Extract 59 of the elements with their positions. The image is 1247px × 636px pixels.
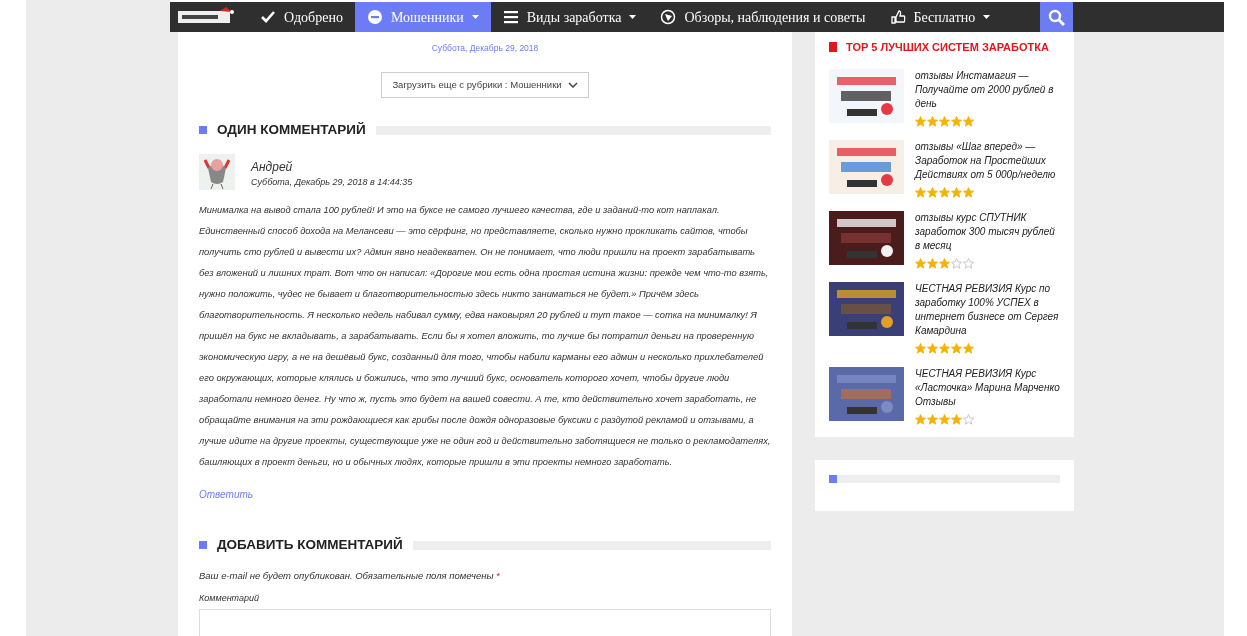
- empty-star-icon: [951, 257, 962, 269]
- compass-icon: [660, 9, 677, 25]
- reply-link[interactable]: Ответить: [199, 489, 254, 501]
- comment-date: Суббота, Декабрь 29, 2018 в 14:44:35: [251, 176, 413, 190]
- star-icon: [927, 115, 938, 127]
- star-icon: [915, 342, 926, 354]
- post-date: Суббота, Декабрь 29, 2018: [430, 42, 540, 55]
- star-icon: [927, 186, 938, 198]
- star-icon: [915, 186, 926, 198]
- star-icon: [951, 342, 962, 354]
- square-icon: [829, 42, 837, 53]
- star-icon: [939, 186, 950, 198]
- nav-tab[interactable]: Бесплатно: [877, 2, 1003, 32]
- nav-tab[interactable]: Одобрено: [248, 2, 355, 32]
- star-icon: [963, 342, 974, 354]
- check-icon: [260, 9, 276, 25]
- search-icon: [1048, 8, 1065, 26]
- star-icon: [939, 257, 950, 269]
- nav-tab[interactable]: Виды заработка: [490, 2, 649, 32]
- star-icon: [927, 257, 938, 269]
- section-heading: ОДИН КОММЕНТАРИЙ: [217, 122, 366, 139]
- star-icon: [951, 186, 962, 198]
- star-icon: [963, 186, 974, 198]
- star-icon: [963, 115, 974, 127]
- load-more-button[interactable]: Загрузить еще с рубрики : Мошенники: [381, 71, 589, 98]
- field-label: Комментарий: [199, 591, 261, 605]
- sidebar-link[interactable]: ЧЕСТНАЯ РЕВИЗИЯ Курс по заработку 100% УСПЕХ в интернет бизнесе от Сергея Камардина: [915, 281, 1061, 338]
- nav-tab[interactable]: Обзоры, наблюдения и советы: [648, 2, 878, 32]
- star-icon: [915, 413, 926, 425]
- sidebar-link[interactable]: ЧЕСТНАЯ РЕВИЗИЯ Курс «Ласточка» Марина Марченко Отзывы: [915, 366, 1061, 409]
- empty-star-icon: [963, 413, 974, 425]
- sidebar-link[interactable]: отзывы Инстамагия — Получайте от 2000 рублей в день: [915, 68, 1061, 111]
- star-icon: [939, 115, 950, 127]
- chevron-down-icon: [567, 81, 578, 88]
- star-icon: [927, 413, 938, 425]
- sidebar-title: TOP 5 ЛУЧШИХ СИСТЕМ ЗАРАБОТКА: [846, 40, 1049, 55]
- square-icon: [199, 126, 207, 135]
- star-icon: [927, 342, 938, 354]
- square-icon: [199, 541, 207, 550]
- star-icon: [951, 413, 962, 425]
- star-icon: [915, 115, 926, 127]
- sidebar-link[interactable]: отзывы «Шаг вперед» — Заработок на Простейших Действиях от 5 000р/неделю: [915, 139, 1061, 182]
- sidebar-link[interactable]: отзывы курс СПУТНИК заработок 300 тысяч рублей в месяц: [915, 210, 1061, 253]
- square-icon: [829, 474, 837, 483]
- star-icon: [915, 257, 926, 269]
- star-icon: [939, 413, 950, 425]
- star-icon: [939, 342, 950, 354]
- star-icon: [951, 115, 962, 127]
- avatar-drawing: [199, 154, 235, 191]
- empty-star-icon: [963, 257, 974, 269]
- comment-text: Минималка на вывод стала 100 рублей! И это на буксе не самого лучшего качества, где и заданий-то кот наплакал. Единственный способ дохода на Мелансеви — это сёрфинг, но представляете, сколько нужно прокликать сайтов, чтобы получить сто рублей и вывести их? Админ явно неадекватен. Он не понимает, что люди пришли на проект зарабатывать без вложений и лишних трат. Вот что он написал: «Дорогие мои есть одна простая истина жизни: прежде чем что-то взять, нужно положить, чудес не бывает и благотворительностью здесь никто заниматься не будет.» Причём здесь благотворительность. Я несколько недель набивал сумму, едва наковырял 20 рублей и тут такое — сотка на минималку! Я пришёл на букс не вкладывать, а зарабатывать. Если бы я хотел вложить, то лучше бы потратил деньги на проверенную экономическую игру, а не на дешёвый букс, созданный для того, чтобы набили карманы его админ и несколько прихлебателей его окружающих, которые клялись и божились, что это лучший букс, основатель которого хочет, чтобы другие люди заработали немного денег. Ну что ж, пусть это будет на вашей совести. А те, кто действительно хочет заработать, не обращайте внимания на эти рождающиеся как грибы после дождя одноразовые буксики с раздутой рекламой и отзывами, а лучше идите на другие проекты, существующие уже не один год и действительно заботящиеся не только о рекламодателях, башляющих в проект деньги, но и обычных людях, которые пришли в эти проекты немного заработать.: [199, 204, 771, 470]
- comment-author: Андрей: [251, 159, 294, 177]
- pointing-hand-icon: [889, 9, 906, 25]
- search-button[interactable]: [1040, 2, 1073, 32]
- nav-tab[interactable]: Мошенники: [354, 2, 491, 32]
- minus-circle-icon: [366, 9, 383, 25]
- menu-icon: [502, 9, 519, 25]
- form-note: Ваш e-mail не будет опубликован. Обязательные поля помечены *: [199, 569, 501, 584]
- section-heading: ДОБАВИТЬ КОММЕНТАРИЙ: [217, 537, 403, 554]
